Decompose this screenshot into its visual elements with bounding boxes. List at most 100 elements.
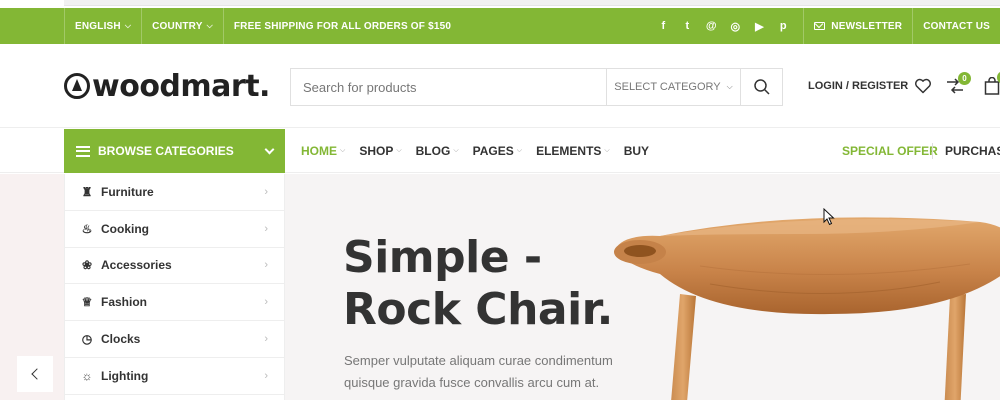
newsletter-link[interactable]: NEWSLETTER [804, 8, 914, 44]
shipping-text: FREE SHIPPING FOR ALL ORDERS OF $150 [233, 20, 452, 32]
twitter-icon[interactable]: t [681, 20, 693, 32]
site-logo[interactable]: woodmart. [64, 66, 270, 106]
chevron-right-icon: › [264, 222, 268, 235]
nav-bar: BROWSE CATEGORIES HOME ⌵ SHOP ⌵ BLOG ⌵ PAGES ⌵ E… [0, 129, 1000, 173]
menu-item-pages[interactable]: PAGES ⌵ [473, 144, 522, 158]
chevron-down-icon: ⌵ [396, 147, 402, 154]
hero-title: Simple - Rock Chair. [343, 232, 613, 336]
menu-item-label: ELEMENTS [536, 144, 602, 158]
menu-item-shop[interactable]: SHOP ⌵ [359, 144, 401, 158]
chevron-down-icon: ⌵ [124, 21, 132, 30]
hero-text-line1: Semper vulputate aliquam curae condiment… [344, 353, 613, 368]
menu-item-blog[interactable]: BLOG ⌵ [416, 144, 459, 158]
chevron-down-icon: ⌵ [340, 147, 346, 154]
clock-icon: ◷ [81, 332, 93, 347]
hero-title-line1: Simple - [343, 232, 542, 283]
search-input[interactable] [291, 69, 606, 105]
category-label: Clocks [101, 332, 141, 347]
category-select-label: SELECT CATEGORY [614, 81, 721, 93]
menu-item-elements[interactable]: ELEMENTS ⌵ [536, 144, 610, 158]
category-item-clocks[interactable]: ◷ Clocks › [65, 321, 284, 358]
contact-us-link[interactable]: CONTACT US [913, 8, 1000, 44]
country-selector[interactable]: COUNTRY ⌵ [142, 8, 224, 44]
category-label: Lighting [101, 368, 149, 383]
hero-title-line2: Rock Chair. [343, 284, 613, 335]
category-item-accessories[interactable]: ❀ Accessories › [65, 248, 284, 285]
slider-prev-button[interactable] [17, 356, 53, 392]
chevron-right-icon: › [264, 369, 268, 382]
tshirt-icon: ♕ [81, 295, 93, 310]
cart-button[interactable]: 0 [984, 71, 1000, 95]
cooking-icon: ♨ [81, 221, 93, 236]
mouse-cursor-icon [823, 208, 835, 226]
language-selector[interactable]: ENGLISH ⌵ [64, 8, 143, 44]
category-label: Cooking [101, 221, 149, 236]
menu-item-label: SHOP [359, 144, 394, 158]
chevron-right-icon: › [264, 185, 268, 198]
hero-text-line2: quisque gravida fusce convallis arcu cum… [344, 375, 600, 390]
main-menu: HOME ⌵ SHOP ⌵ BLOG ⌵ PAGES ⌵ ELEMENTS ⌵ BUY [301, 129, 649, 173]
hamburger-icon [76, 145, 90, 157]
chevron-down-icon: ⌵ [604, 147, 610, 154]
category-sidebar: ♜ Furniture › ♨ Cooking › ❀ Accessories › ♕ Fashio… [64, 174, 285, 400]
hero-slider: ♜ Furniture › ♨ Cooking › ❀ Accessories › ♕ Fashio… [0, 174, 1000, 400]
chevron-right-icon: › [264, 333, 268, 346]
wishlist-button[interactable] [913, 77, 933, 95]
youtube-icon[interactable]: ▶ [753, 20, 765, 33]
email-icon[interactable]: @ [705, 20, 717, 32]
purchase-link[interactable]: PURCHASE [945, 129, 1000, 173]
category-item-fashion[interactable]: ♕ Fashion › [65, 284, 284, 322]
search-icon [753, 79, 770, 95]
compare-count-badge: 0 [958, 72, 971, 85]
chevron-right-icon: › [264, 296, 268, 309]
category-label: Furniture [101, 184, 154, 199]
instagram-icon[interactable]: ◎ [729, 20, 741, 33]
accessories-icon: ❀ [81, 258, 93, 273]
tree-logo-icon [64, 73, 90, 99]
category-label: Accessories [101, 258, 172, 273]
chevron-right-icon: › [264, 259, 268, 272]
logo-text: woodmart. [92, 68, 270, 104]
hero-description: Semper vulputate aliquam curae condiment… [344, 350, 634, 394]
browser-strip [0, 0, 1000, 8]
heart-icon [915, 78, 931, 94]
chair-image [600, 204, 1000, 400]
pinterest-icon[interactable]: p [777, 20, 789, 32]
special-offer-link[interactable]: SPECIAL OFFER [842, 129, 938, 173]
social-links: f t @ ◎ ▶ p [657, 8, 805, 44]
chevron-down-icon: ⌵ [206, 21, 213, 30]
contact-label: CONTACT US [923, 20, 990, 32]
top-bar: ENGLISH ⌵ COUNTRY ⌵ FREE SHIPPING FOR ALL … [0, 8, 1000, 44]
category-select[interactable]: SELECT CATEGORY ⌵ [606, 69, 740, 105]
divider [932, 143, 933, 159]
language-label: ENGLISH [75, 20, 121, 32]
shipping-notice: FREE SHIPPING FOR ALL ORDERS OF $150 [224, 8, 461, 44]
category-item-lighting[interactable]: ☼ Lighting › [65, 358, 284, 395]
chevron-down-icon: ⌵ [726, 82, 733, 91]
login-register-link[interactable]: LOGIN / REGISTER [808, 80, 908, 92]
chair-icon: ♜ [81, 184, 93, 199]
menu-item-home[interactable]: HOME ⌵ [301, 144, 345, 158]
menu-item-label: BUY [623, 144, 650, 158]
menu-item-label: BLOG [415, 144, 451, 158]
search-button[interactable] [740, 69, 782, 105]
chevron-down-icon: ⌵ [453, 147, 459, 154]
browse-categories-button[interactable]: BROWSE CATEGORIES [64, 129, 285, 173]
search-form: SELECT CATEGORY ⌵ [290, 68, 783, 106]
menu-item-label: HOME [301, 144, 337, 158]
country-label: COUNTRY [152, 20, 203, 32]
chevron-left-icon [31, 368, 43, 380]
menu-item-buy[interactable]: BUY [624, 144, 649, 158]
category-item-cooking[interactable]: ♨ Cooking › [65, 211, 284, 248]
chevron-down-icon [264, 144, 275, 154]
category-label: Fashion [101, 295, 148, 310]
menu-item-label: PAGES [472, 144, 514, 158]
newsletter-label: NEWSLETTER [831, 20, 903, 32]
mail-icon [814, 22, 826, 30]
browse-label: BROWSE CATEGORIES [98, 144, 234, 158]
compare-button[interactable]: 0 [946, 72, 971, 94]
facebook-icon[interactable]: f [657, 20, 669, 32]
category-item-furniture[interactable]: ♜ Furniture › [65, 174, 284, 211]
chevron-down-icon: ⌵ [516, 147, 523, 154]
bulb-icon: ☼ [81, 368, 93, 383]
